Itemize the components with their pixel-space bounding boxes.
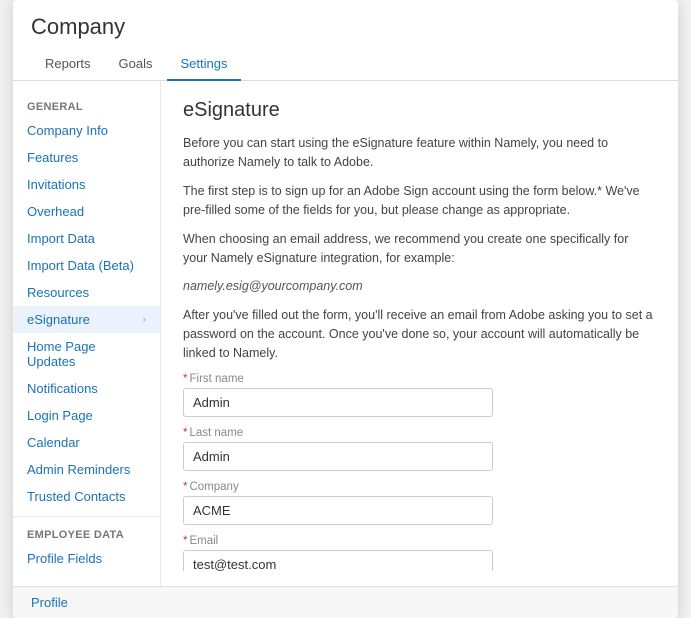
first-name-input[interactable] [183,388,493,417]
intro-paragraph-4: After you've filled out the form, you'll… [183,306,656,364]
sidebar-item-resources[interactable]: Resources [13,279,160,306]
tab-bar: Reports Goals Settings [31,48,660,80]
required-indicator: * [183,427,187,439]
tab-reports[interactable]: Reports [31,48,105,81]
tab-settings[interactable]: Settings [167,48,242,81]
section-title: eSignature [183,99,656,122]
sidebar-item-admin-reminders[interactable]: Admin Reminders [13,456,160,483]
chevron-right-icon: › [142,314,146,326]
footer-profile[interactable]: Profile [13,586,678,618]
email-label: *Email [183,535,656,547]
email-group: *Email [183,535,656,571]
sidebar-item-esignature[interactable]: eSignature › [13,306,160,333]
sidebar-section-general: General [13,95,160,117]
last-name-input[interactable] [183,442,493,471]
first-name-group: *First name [183,373,656,417]
intro-paragraph-2: The first step is to sign up for an Adob… [183,182,656,221]
footer-label: Profile [31,595,68,610]
email-input[interactable] [183,550,493,571]
sidebar-item-profile-fields[interactable]: Profile Fields [13,545,160,572]
intro-paragraph-1: Before you can start using the eSignatur… [183,134,656,173]
sidebar-item-import-data[interactable]: Import Data [13,225,160,252]
sidebar-section-employee-data: Employee Data [13,523,160,545]
company-group: *Company [183,481,656,525]
sidebar-item-features[interactable]: Features [13,144,160,171]
sidebar-item-notifications[interactable]: Notifications [13,375,160,402]
main-content: eSignature Before you can start using th… [161,81,678,571]
body-container: General Company Info Features Invitation… [13,81,678,586]
required-indicator: * [183,481,187,493]
sidebar-item-invitations[interactable]: Invitations [13,171,160,198]
first-name-label: *First name [183,373,656,385]
sidebar-item-company-info[interactable]: Company Info [13,117,160,144]
tab-goals[interactable]: Goals [105,48,167,81]
intro-paragraph-3: When choosing an email address, we recom… [183,230,656,269]
required-indicator: * [183,535,187,547]
esignature-form: *First name *Last name *Company [183,373,656,571]
last-name-group: *Last name [183,427,656,471]
sidebar-item-home-page-updates[interactable]: Home Page Updates [13,333,160,375]
company-label: *Company [183,481,656,493]
email-example: namely.esig@yourcompany.com [183,277,656,296]
sidebar-item-import-data-beta[interactable]: Import Data (Beta) [13,252,160,279]
sidebar-item-overhead[interactable]: Overhead [13,198,160,225]
sidebar-item-login-page[interactable]: Login Page [13,402,160,429]
sidebar-divider [13,516,160,517]
company-input[interactable] [183,496,493,525]
last-name-label: *Last name [183,427,656,439]
page-header: Company Reports Goals Settings [13,0,678,81]
sidebar-item-trusted-contacts[interactable]: Trusted Contacts [13,483,160,510]
page-title: Company [31,14,660,40]
sidebar: General Company Info Features Invitation… [13,81,161,586]
sidebar-item-calendar[interactable]: Calendar [13,429,160,456]
required-indicator: * [183,373,187,385]
